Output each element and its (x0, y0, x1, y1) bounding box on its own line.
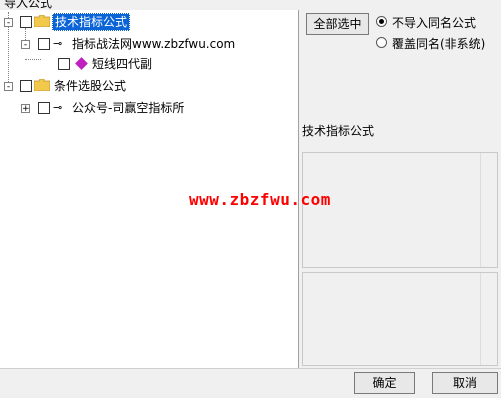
expand-icon[interactable]: + (21, 104, 30, 114)
collapse-icon[interactable]: - (4, 18, 13, 28)
tree-checkbox[interactable] (38, 38, 50, 50)
description-scrollbar[interactable] (480, 153, 497, 267)
tree-node-technical[interactable]: - 技术指标公式 (0, 13, 298, 31)
tree-node-public[interactable]: + ⊸ 公众号-司赢空指标所 (0, 100, 298, 116)
tree-node-label: 指标战法网www.zbzfwu.com (72, 37, 236, 51)
tree-node-condition[interactable]: - 条件选股公式 (0, 78, 298, 94)
key-icon: ⊸ (53, 37, 63, 50)
tree-node-label: 公众号-司赢空指标所 (72, 101, 185, 115)
tree-node-source[interactable]: - ⊸ 指标战法网www.zbzfwu.com (0, 36, 298, 52)
tree-checkbox[interactable] (58, 58, 70, 70)
tree-node-label: 技术指标公式 (52, 13, 131, 31)
overwrite-same-radio[interactable] (376, 37, 387, 48)
title-bar: 导入公式 (0, 0, 501, 10)
key-icon: ⊸ (53, 101, 63, 114)
no-import-same-label: 不导入同名公式 (392, 16, 477, 30)
bottom-divider (0, 368, 501, 369)
tree-checkbox[interactable] (38, 102, 50, 114)
detail-scrollbar[interactable] (480, 273, 497, 365)
folder-icon (34, 79, 50, 91)
window-title: 导入公式 (4, 0, 53, 10)
formula-icon (75, 57, 89, 71)
tree-node-label: 条件选股公式 (54, 79, 127, 93)
no-import-same-radio[interactable] (376, 16, 387, 27)
formula-description-box[interactable] (302, 152, 498, 268)
collapse-icon[interactable]: - (4, 82, 13, 92)
overwrite-same-label: 覆盖同名(非系统) (392, 37, 486, 51)
tree-checkbox[interactable] (20, 80, 32, 92)
tree-node-formula[interactable]: 短线四代副 (0, 56, 298, 72)
folder-icon (34, 15, 50, 27)
formula-detail-box[interactable] (302, 272, 498, 366)
tree-checkbox[interactable] (20, 16, 32, 28)
ok-button[interactable]: 确定 (354, 372, 415, 394)
formula-name-label: 技术指标公式 (302, 124, 375, 138)
tree-node-label: 短线四代副 (92, 57, 153, 71)
watermark-text: www.zbzfwu.com (189, 190, 331, 209)
select-all-button[interactable]: 全部选中 (306, 13, 369, 35)
collapse-icon[interactable]: - (21, 40, 30, 50)
cancel-button[interactable]: 取消 (432, 372, 498, 394)
